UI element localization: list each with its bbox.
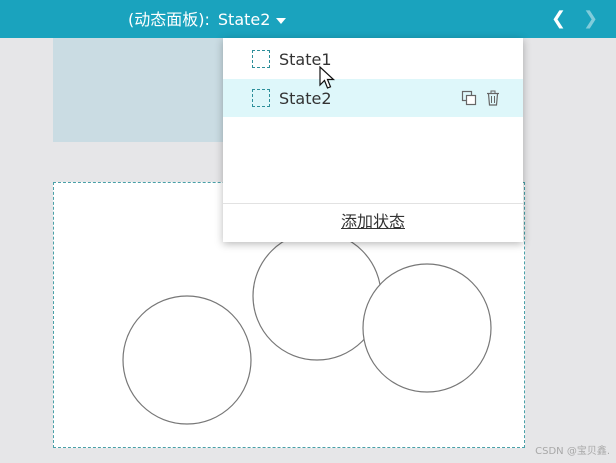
state-actions bbox=[461, 90, 501, 106]
dashed-square-icon bbox=[252, 50, 270, 68]
add-state-link[interactable]: 添加状态 bbox=[223, 210, 523, 234]
state-selector[interactable]: (动态面板): State2 bbox=[128, 10, 287, 30]
mouse-pointer-icon bbox=[319, 66, 336, 89]
dashed-square-icon bbox=[252, 89, 270, 107]
chevron-right-icon[interactable]: ❯ bbox=[583, 9, 598, 29]
state-item-state2[interactable]: State2 bbox=[223, 79, 523, 117]
dynamic-panel-label: (动态面板): bbox=[128, 10, 210, 29]
divider bbox=[223, 203, 523, 204]
circle-shape-3[interactable] bbox=[362, 263, 492, 393]
circle-shape-1[interactable] bbox=[122, 295, 252, 425]
state-dropdown-menu: State1 State2 添加状态 bbox=[223, 38, 523, 242]
delete-icon[interactable] bbox=[485, 90, 501, 106]
dynamic-panel-header: (动态面板): State2 ❮ ❯ bbox=[0, 0, 616, 38]
caret-down-icon[interactable] bbox=[276, 18, 287, 24]
current-state-name[interactable]: State2 bbox=[218, 10, 271, 30]
state-item-state1[interactable]: State1 bbox=[223, 40, 523, 78]
circle-shape-2[interactable] bbox=[252, 231, 382, 361]
watermark: CSDN @宝贝鑫. bbox=[535, 446, 610, 457]
copy-icon[interactable] bbox=[461, 90, 477, 106]
chevron-left-icon[interactable]: ❮ bbox=[551, 9, 566, 29]
